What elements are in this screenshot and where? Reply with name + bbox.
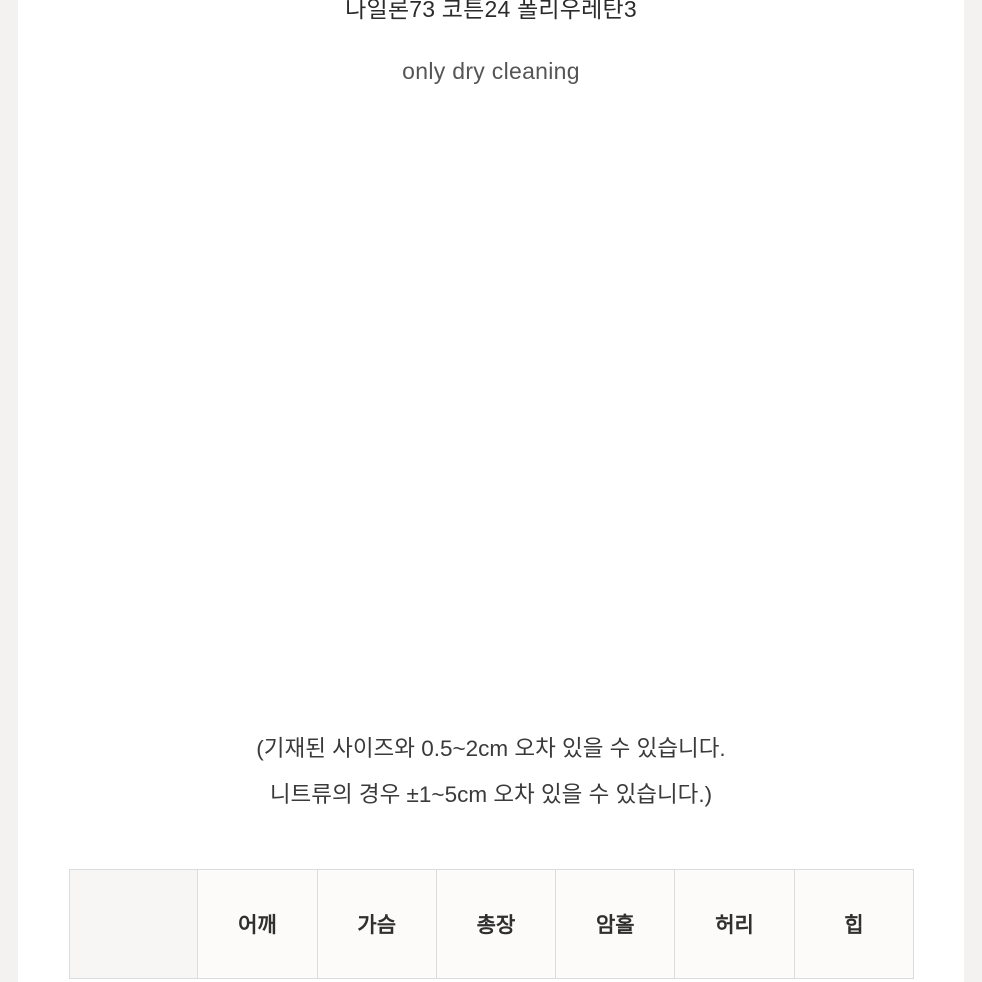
size-table-header-armhole: 암홀 — [555, 869, 676, 979]
page-gutter-left — [0, 0, 18, 982]
care-instruction-text: only dry cleaning — [402, 58, 580, 84]
measurement-note-line-2: 니트류의 경우 ±1~5cm 오차 있을 수 있습니다.) — [269, 782, 713, 807]
size-table-header-length: 총장 — [435, 869, 557, 979]
detail-sheet: 나일론73 코튼24 폴리우레탄3 only dry cleaning (기재된… — [18, 0, 964, 982]
table-row: 어깨 가슴 총장 암홀 허리 힙 — [68, 869, 915, 979]
size-table-header-hip: 힙 — [793, 869, 915, 979]
size-table-header-chest: 가슴 — [316, 869, 437, 979]
size-table: 어깨 가슴 총장 암홀 허리 힙 — [68, 869, 915, 979]
size-table-header-shoulder: 어깨 — [197, 869, 318, 979]
fabric-composition-text: 나일론73 코튼24 폴리우레탄3 — [345, 0, 637, 22]
page-gutter-right — [964, 0, 982, 982]
measurement-note-line-1: (기재된 사이즈와 0.5~2cm 오차 있을 수 있습니다. — [256, 736, 726, 761]
product-detail-page: 나일론73 코튼24 폴리우레탄3 only dry cleaning (기재된… — [0, 0, 982, 982]
size-table-header-waist: 허리 — [674, 869, 795, 979]
size-table-header-blank — [68, 869, 199, 979]
